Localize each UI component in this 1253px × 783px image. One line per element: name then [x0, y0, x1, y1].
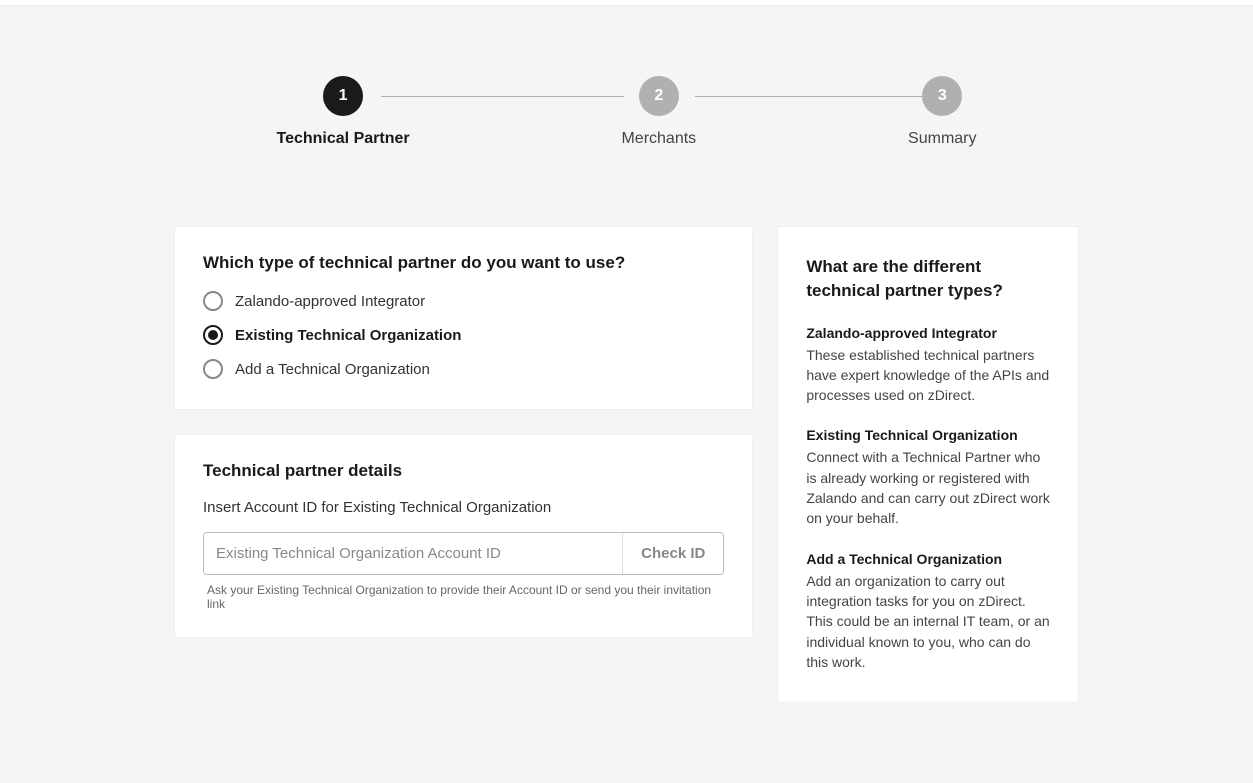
stepper-line [695, 96, 939, 97]
radio-label: Zalando-approved Integrator [235, 293, 425, 310]
partner-type-card: Which type of technical partner do you w… [174, 226, 753, 410]
info-section: Add a Technical Organization Add an orga… [806, 551, 1050, 672]
step-merchants[interactable]: 2 Merchants [621, 76, 696, 148]
radio-label: Existing Technical Organization [235, 327, 461, 344]
radio-label: Add a Technical Organization [235, 361, 430, 378]
account-id-input[interactable] [204, 533, 622, 574]
page-container: 1 Technical Partner 2 Merchants 3 Summar… [0, 6, 1253, 703]
info-card-title: What are the different technical partner… [806, 255, 1050, 303]
step-summary[interactable]: 3 Summary [908, 76, 976, 148]
info-heading: Zalando-approved Integrator [806, 325, 1050, 341]
radio-dot-icon [208, 330, 218, 340]
stepper: 1 Technical Partner 2 Merchants 3 Summar… [277, 76, 977, 148]
step-number: 3 [922, 76, 962, 116]
info-text: Add an organization to carry out integra… [806, 571, 1050, 672]
partner-types-info-card: What are the different technical partner… [777, 226, 1079, 703]
radio-icon [203, 325, 223, 345]
check-id-button[interactable]: Check ID [622, 533, 723, 574]
partner-details-subtitle: Insert Account ID for Existing Technical… [203, 499, 724, 516]
account-id-input-group: Check ID [203, 532, 724, 575]
info-heading: Existing Technical Organization [806, 427, 1050, 443]
radio-add-technical-organization[interactable]: Add a Technical Organization [203, 359, 724, 379]
step-label: Merchants [621, 130, 696, 148]
radio-icon [203, 291, 223, 311]
step-label: Summary [908, 130, 976, 148]
step-label: Technical Partner [277, 130, 410, 148]
info-heading: Add a Technical Organization [806, 551, 1050, 567]
info-text: These established technical partners hav… [806, 345, 1050, 406]
info-section: Zalando-approved Integrator These establ… [806, 325, 1050, 406]
stepper-line [381, 96, 624, 97]
content-area: Which type of technical partner do you w… [174, 226, 1079, 703]
radio-existing-technical-organization[interactable]: Existing Technical Organization [203, 325, 724, 345]
step-number: 2 [639, 76, 679, 116]
partner-type-question: Which type of technical partner do you w… [203, 253, 724, 273]
info-text: Connect with a Technical Partner who is … [806, 447, 1050, 528]
partner-details-title: Technical partner details [203, 461, 724, 481]
partner-details-card: Technical partner details Insert Account… [174, 434, 753, 638]
info-section: Existing Technical Organization Connect … [806, 427, 1050, 528]
left-column: Which type of technical partner do you w… [174, 226, 753, 703]
step-technical-partner[interactable]: 1 Technical Partner [277, 76, 410, 148]
radio-icon [203, 359, 223, 379]
radio-zalando-approved-integrator[interactable]: Zalando-approved Integrator [203, 291, 724, 311]
account-id-hint: Ask your Existing Technical Organization… [207, 583, 724, 611]
step-number: 1 [323, 76, 363, 116]
right-column: What are the different technical partner… [777, 226, 1079, 703]
